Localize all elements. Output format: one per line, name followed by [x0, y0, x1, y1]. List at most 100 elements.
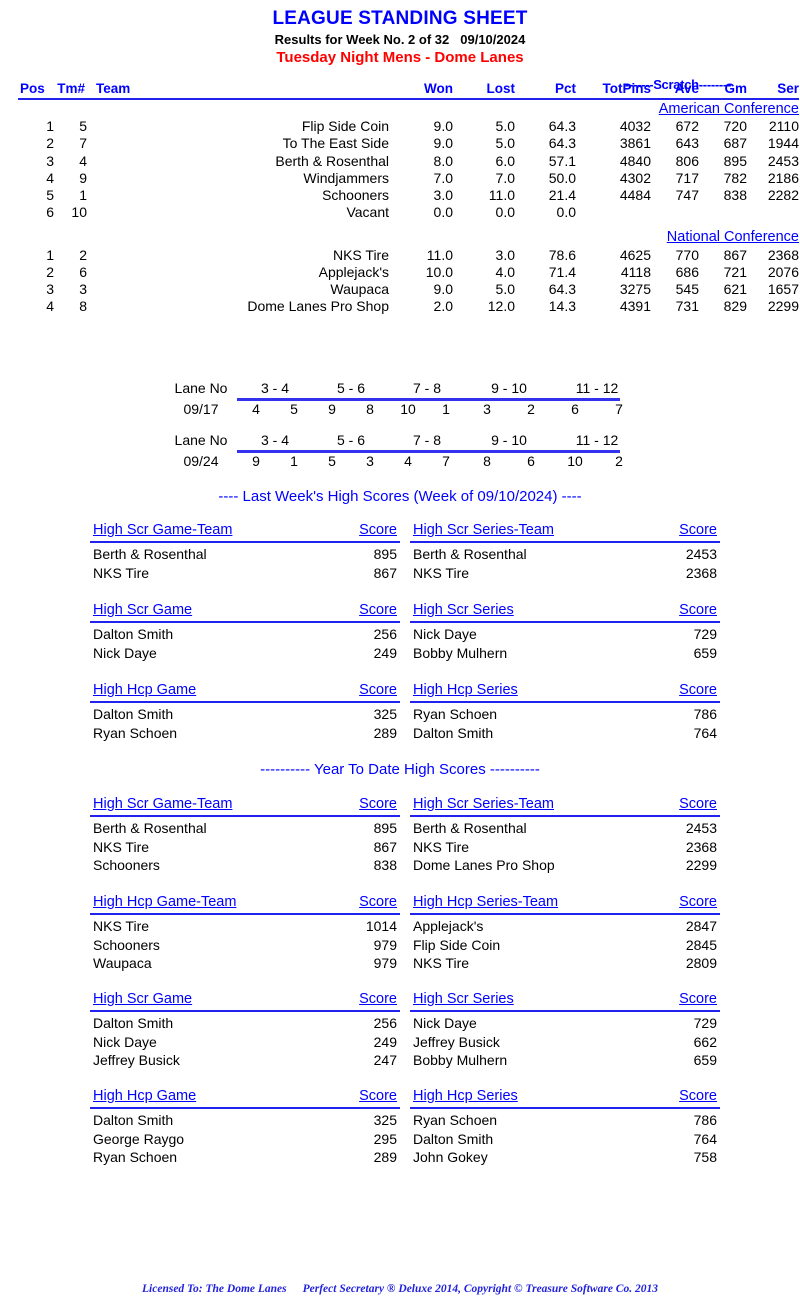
- score-row: NKS Tire 2368: [410, 564, 720, 583]
- score-table-header-row: High Hcp Game-Team Score: [90, 893, 400, 914]
- table-row: 4 9 Windjammers 7.0 7.0 50.0 4302 717 782 2186: [18, 170, 799, 187]
- conference-name: National Conference: [666, 229, 799, 246]
- results-week-line: Results for Week No. 2 of 32 09/10/2024: [0, 31, 800, 48]
- score-table-header-row: High Scr Series Score: [410, 990, 720, 1011]
- score-table-header-row: High Scr Game-Team Score: [90, 521, 400, 542]
- cell-team: Windjammers: [303, 169, 389, 186]
- conference-heading-cell: American Conference: [18, 99, 799, 118]
- cell-won: 11.0: [426, 246, 453, 263]
- score-table-left: High Scr Game-Team Score Berth & Rosenthal…: [90, 521, 400, 582]
- cell-pct: 14.3: [548, 298, 576, 315]
- lane-pair-header: 11 - 12: [575, 432, 619, 448]
- lane-pair-header: 7 - 8: [412, 432, 441, 448]
- score-table-left: High Scr Game-Team Score Berth & Rosenthal…: [90, 795, 400, 875]
- score-table-header-row: High Scr Game Score: [90, 990, 400, 1011]
- standings-section: -------Scratch-------- Pos Tm# Team Won …: [18, 78, 799, 315]
- lane-team-number: 5: [328, 453, 336, 469]
- cell-lost: 6.0: [495, 152, 515, 169]
- score-entry-value: 295: [373, 1130, 397, 1147]
- score-entry-name: Dalton Smith: [413, 1130, 494, 1147]
- score-row: NKS Tire 2809: [410, 954, 720, 973]
- score-column-header-score: Score: [679, 796, 717, 812]
- score-entry-name: Nick Daye: [413, 1015, 477, 1031]
- cell-lost: 7.0: [495, 169, 515, 186]
- cell-pos: 1: [46, 246, 54, 263]
- footer-copyright: Perfect Secretary ® Deluxe 2014, Copyrig…: [302, 1283, 658, 1295]
- cell-ser: 2186: [767, 169, 799, 186]
- last-week-heading: ---- Last Week's High Scores (Week of 09…: [218, 488, 582, 505]
- page-title: LEAGUE STANDING SHEET: [272, 8, 528, 29]
- cell-tm: 6: [79, 263, 87, 280]
- cell-team: Vacant: [346, 204, 389, 221]
- cell-won: 9.0: [433, 135, 453, 152]
- score-table-right: High Hcp Series Score Ryan Schoen 786 Dalton…: [410, 681, 720, 742]
- lane-team-number: 7: [615, 401, 623, 417]
- cell-pos: 3: [46, 281, 54, 298]
- score-entry-value: 325: [373, 706, 397, 722]
- lane-team-number: 3: [366, 453, 374, 469]
- column-header-pos: Pos: [20, 81, 45, 96]
- score-entry-value: 867: [373, 564, 397, 581]
- score-row: Nick Daye 249: [90, 1033, 400, 1052]
- table-row: 5 1 Schooners 3.0 11.0 21.4 4484 747 838 2282: [18, 187, 799, 204]
- score-row: Dalton Smith 325: [90, 1108, 400, 1130]
- cell-pct: 64.3: [548, 135, 576, 152]
- cell-totpins: [576, 204, 651, 221]
- cell-totpins: 3861: [619, 135, 651, 152]
- score-row: Ryan Schoen 289: [90, 724, 400, 743]
- score-table-header-row: High Hcp Series Score: [410, 681, 720, 702]
- cell-won: 8.0: [433, 152, 453, 169]
- lane-team-number: 6: [527, 453, 535, 469]
- score-table-header-row: High Scr Series-Team Score: [410, 795, 720, 816]
- score-entry-value: 979: [373, 936, 397, 953]
- cell-ser: 2282: [767, 187, 799, 204]
- score-column-header-score: Score: [359, 1088, 397, 1104]
- score-table-title: High Scr Game: [93, 602, 193, 618]
- cell-totpins: 3275: [619, 281, 651, 298]
- score-column-header-score: Score: [679, 682, 717, 698]
- score-table-title: High Scr Game-Team: [93, 522, 233, 538]
- cell-tm: 4: [79, 152, 87, 169]
- column-header-tm: Tm#: [57, 81, 85, 96]
- lane-pair-header: 5 - 6: [336, 380, 365, 396]
- score-table-header-row: High Scr Game Score: [90, 601, 400, 622]
- score-table: High Hcp Series Score Ryan Schoen 786 Dalton…: [410, 681, 720, 742]
- cell-tm: 2: [79, 246, 87, 263]
- cell-team: Dome Lanes Pro Shop: [247, 298, 389, 315]
- cell-gm: 621: [723, 281, 747, 298]
- score-row: Dalton Smith 325: [90, 702, 400, 724]
- lane-team-number: 9: [328, 401, 336, 417]
- score-entry-name: NKS Tire: [93, 564, 150, 581]
- score-table-header-row: High Scr Series Score: [410, 601, 720, 622]
- cell-ser: 2076: [767, 263, 799, 280]
- score-table-header-row: High Scr Game-Team Score: [90, 795, 400, 816]
- score-entry-value: 895: [373, 820, 397, 836]
- score-entry-name: NKS Tire: [413, 955, 470, 971]
- score-table-header-row: High Scr Series-Team Score: [410, 521, 720, 542]
- cell-won: 3.0: [433, 187, 453, 204]
- score-table-title: High Hcp Game: [93, 1088, 197, 1104]
- cell-totpins: 4391: [619, 298, 651, 315]
- score-row: Bobby Mulhern 659: [410, 644, 720, 663]
- score-table-left: High Hcp Game Score Dalton Smith 325 Ryan Sc…: [90, 681, 400, 742]
- lane-week-date: 09/17: [183, 401, 219, 417]
- lane-assignment-row: 09/17 4 5 9 8 10 1 3 2 6 7: [165, 399, 641, 420]
- cell-totpins: 4032: [619, 118, 651, 135]
- lane-team-number: 4: [252, 401, 260, 417]
- score-table: High Hcp Series Score Ryan Schoen 786 Dalton…: [410, 1087, 720, 1167]
- score-table: High Hcp Game Score Dalton Smith 325 Ryan Sc…: [90, 681, 400, 742]
- score-column-header-score: Score: [679, 602, 717, 618]
- score-column-header-score: Score: [359, 796, 397, 812]
- standings-body: American Conference 1 5 Flip Side Coin 9.0 5.…: [18, 99, 799, 315]
- score-row: George Raygo 295: [90, 1130, 400, 1149]
- score-table-title: High Hcp Series-Team: [413, 894, 559, 910]
- cell-ave: 643: [675, 135, 699, 152]
- table-row: 4 8 Dome Lanes Pro Shop 2.0 12.0 14.3 4391 731 8…: [18, 298, 799, 315]
- score-entry-name: NKS Tire: [413, 564, 470, 581]
- score-entry-value: 289: [373, 724, 397, 741]
- score-table: High Scr Game Score Dalton Smith 256 Nick Da…: [90, 601, 400, 662]
- cell-ser: 2110: [768, 118, 799, 135]
- score-row: NKS Tire 867: [90, 838, 400, 857]
- cell-lost: 3.0: [495, 246, 515, 263]
- score-row: Ryan Schoen 786: [410, 702, 720, 724]
